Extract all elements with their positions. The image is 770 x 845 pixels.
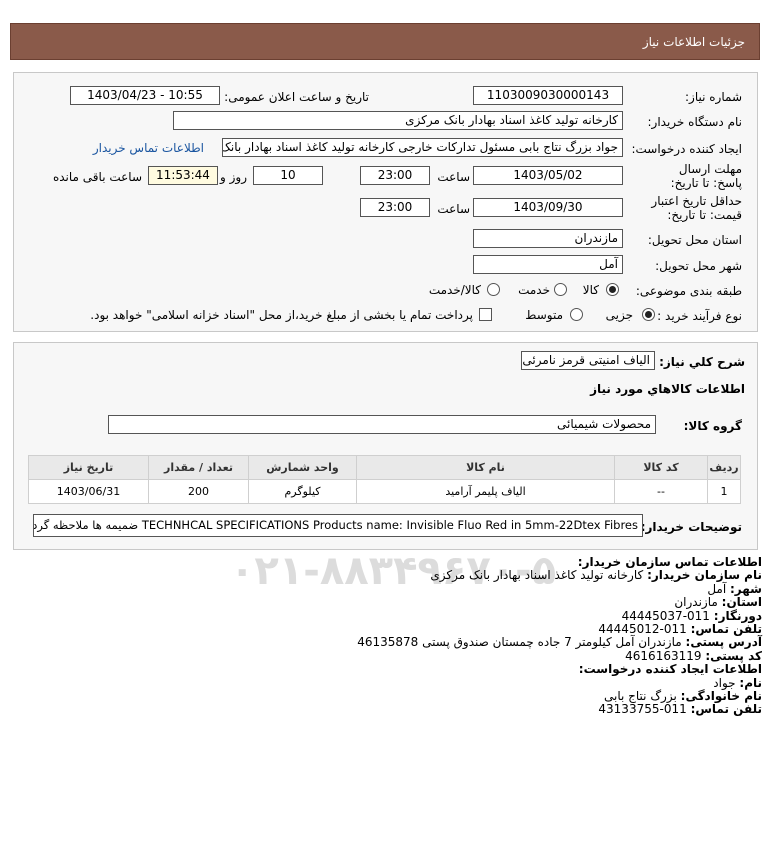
summary-field: الیاف امنیتی قرمز نامرئی [521,351,655,370]
postal-label: کد پستی: [705,648,762,663]
creator-title: اطلاعات ایجاد کننده درخواست: [578,662,762,677]
deadline-time-label: ساعت [437,170,470,184]
process-radio-minor[interactable] [642,308,655,321]
creator-name-label: نام: [739,675,762,690]
treasury-payment-text: پرداخت تمام یا بخشی از مبلغ خرید،از محل … [90,308,473,322]
contact-province-label: استان: [721,595,762,610]
category-radio-goods-service[interactable] [487,283,500,296]
process-radio-medium[interactable] [570,308,583,321]
table-header-row: ردیف کد کالا نام کالا واحد شمارش تعداد /… [28,455,741,480]
buyer-notes-label: توضیحات خریدار: [640,520,742,534]
validity-date-field: 1403/09/30 [473,198,623,217]
validity-time-label: ساعت [437,202,470,216]
col-row-header: ردیف [707,455,741,480]
category-option-goods: کالا [582,283,599,297]
contact-province-value: مازندران [674,595,718,610]
address-label: آدرس پستی: [685,635,762,650]
fax-label: دورنگار: [713,608,762,623]
validity-time-field: 23:00 [360,198,430,217]
phone-value: 011-44445012 [598,622,687,637]
treasury-payment-checkbox[interactable] [479,308,492,321]
creator-phone-label: تلفن تماس: [690,702,762,717]
col-unit-header: واحد شمارش [248,455,357,480]
cell-code: -- [614,479,708,504]
cell-unit: کیلوگرم [248,479,357,504]
contact-city-label: شهر: [730,581,762,596]
category-radio-goods[interactable] [606,283,619,296]
creator-family-value: بزرگ نتاج بابی [603,689,677,704]
org-label: نام سازمان خریدار: [647,568,762,583]
days-label: روز و [220,170,247,184]
process-label: نوع فرآیند خرید : [657,309,742,323]
buyer-contact-link[interactable]: اطلاعات تماس خریدار [93,141,204,155]
creator-field: جواد بزرگ نتاج بابی مسئول تدارکات خارجی … [222,138,623,157]
process-option-medium: متوسط [525,308,563,322]
validity-label: حداقل تاریخ اعتبار قیمت: تا تاریخ: [651,194,742,222]
need-number-label: شماره نیاز: [685,90,742,104]
days-remaining-field: 10 [253,166,323,185]
cell-name: الیاف پلیمر آرامید [356,479,615,504]
creator-family-label: نام خانوادگی: [680,689,762,704]
col-date-header: تاریخ نیاز [28,455,149,480]
cell-row: 1 [707,479,741,504]
category-radio-service[interactable] [554,283,567,296]
col-name-header: نام کالا [356,455,615,480]
page-header: جزئیات اطلاعات نیاز [10,23,760,60]
fax-value: 011-44445037 [621,608,710,623]
col-code-header: کد کالا [614,455,708,480]
remaining-label: ساعت باقی مانده [52,170,142,184]
buyer-label: نام دستگاه خریدار: [647,115,743,129]
table-row: 1 -- الیاف پلیمر آرامید کیلوگرم 200 1403… [28,479,741,504]
buyer-notes-field: TECHNHCAL SPECIFICATIONS Products name: … [33,514,643,537]
goods-group-label: گروه کالا: [683,419,742,433]
creator-label: ایجاد کننده درخواست: [631,142,742,156]
announce-field: 1403/04/23 - 10:55 [70,86,220,105]
announce-label: تاریخ و ساعت اعلان عمومی: [224,90,369,104]
cell-quantity: 200 [148,479,249,504]
address-value: مازندران آمل کیلومتر 7 جاده چمستان صندوق… [357,635,682,650]
goods-group-field: محصولات شیمیائی [108,415,656,434]
province-field: مازندران [473,229,623,248]
deadline-label: مهلت ارسال پاسخ: تا تاریخ: [670,162,742,190]
process-option-minor: جزیی [605,308,633,322]
need-number-field: 1103009030000143 [473,86,623,105]
phone-label: تلفن تماس: [690,622,762,637]
contact-city-value: آمل [707,581,727,596]
category-option-service: خدمت [518,283,550,297]
province-label: استان محل تحویل: [647,233,742,247]
goods-info-title: اطلاعات کالاهاي مورد نياز [590,382,745,396]
col-quantity-header: تعداد / مقدار [148,455,249,480]
city-field: آمل [473,255,623,274]
org-value: کارخانه تولید کاغذ اسناد بهادار بانک مرک… [430,568,644,583]
postal-value: 4616163119 [625,648,702,663]
buyer-field: کارخانه تولید کاغذ اسناد بهادار بانک مرک… [173,111,623,130]
remaining-time-field: 11:53:44 [148,166,218,185]
cell-date: 1403/06/31 [28,479,149,504]
contact-section: اطلاعات تماس سازمان خریدار: نام سازمان خ… [22,555,762,717]
contact-title: اطلاعات تماس سازمان خریدار: [577,555,762,569]
category-option-goods-service: کالا/خدمت [428,283,481,297]
creator-name-value: جواد [713,675,736,690]
goods-table: ردیف کد کالا نام کالا واحد شمارش تعداد /… [28,455,741,504]
summary-label: شرح کلي نياز: [659,355,745,369]
deadline-date-field: 1403/05/02 [473,166,623,185]
category-label: طبقه بندی موضوعی: [635,284,742,298]
page-title: جزئیات اطلاعات نیاز [642,35,745,49]
city-label: شهر محل تحویل: [655,259,742,273]
creator-phone-value: 011-43133755 [598,702,687,717]
deadline-time-field: 23:00 [360,166,430,185]
